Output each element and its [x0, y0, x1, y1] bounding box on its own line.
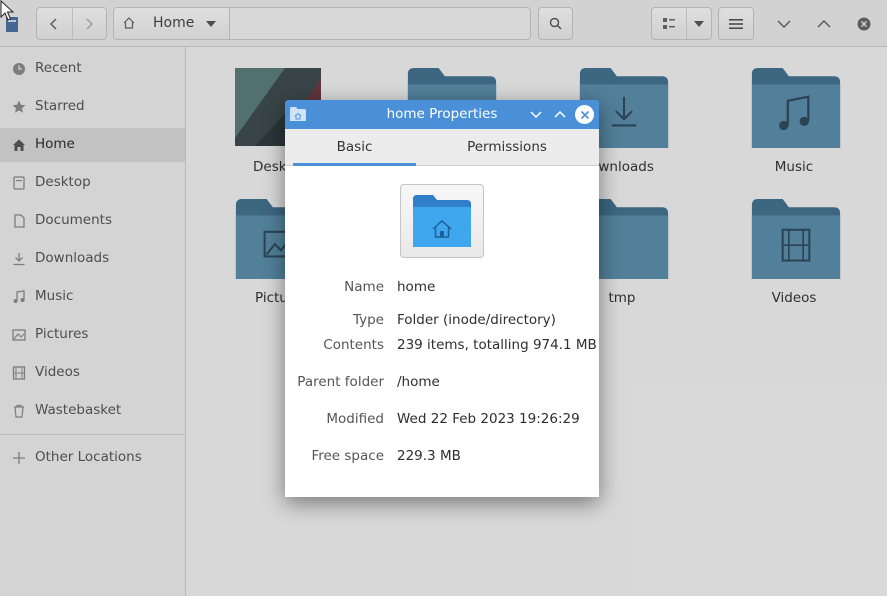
tab-label: Permissions	[467, 139, 547, 155]
dialog-minimize-button[interactable]	[527, 105, 545, 123]
maximize-button[interactable]	[814, 14, 834, 34]
sidebar-divider	[0, 434, 185, 435]
view-dropdown-button[interactable]	[687, 8, 711, 39]
folder-music[interactable]	[751, 68, 841, 148]
contents-value: 239 items, totalling 974.1 MB	[397, 337, 597, 353]
folder-videos[interactable]	[751, 199, 841, 279]
sidebar-item-videos[interactable]: Videos	[0, 356, 185, 390]
sidebar-item-label: Home	[35, 136, 75, 152]
sidebar-item-label: Wastebasket	[35, 402, 122, 418]
home-icon	[13, 139, 25, 151]
modified-value: Wed 22 Feb 2023 19:26:29	[397, 411, 580, 427]
video-icon	[12, 366, 26, 380]
sidebar-item-downloads[interactable]: Downloads	[0, 242, 185, 276]
dialog-maximize-button[interactable]	[551, 105, 569, 123]
star-icon	[12, 100, 26, 113]
sidebar-item-label: Recent	[35, 60, 82, 76]
sidebar-item-home[interactable]: Home	[0, 128, 185, 162]
free-space-label: Free space	[311, 448, 384, 464]
sidebar-item-other-locations[interactable]: Other Locations	[0, 441, 185, 475]
home-icon	[123, 17, 135, 29]
trash-icon	[14, 404, 24, 418]
properties-dialog: home Properties Basic Permissions Name h…	[285, 100, 599, 497]
sidebar-item-label: Downloads	[35, 250, 110, 266]
modified-label: Modified	[326, 411, 384, 427]
path-segment-label: Home	[153, 15, 195, 31]
sidebar-item-desktop[interactable]: Desktop	[0, 166, 185, 200]
sidebar-item-label: Music	[35, 288, 74, 304]
picture-icon	[12, 329, 26, 341]
chevron-down-icon[interactable]	[206, 21, 216, 27]
sidebar-item-music[interactable]: Music	[0, 280, 185, 314]
search-button[interactable]	[538, 7, 573, 40]
close-icon	[580, 110, 589, 119]
folder-home-icon	[413, 195, 471, 247]
sidebar: Recent Starred Home Desktop Documents Do…	[0, 47, 186, 596]
sidebar-item-label: Videos	[35, 364, 80, 380]
back-button[interactable]	[37, 8, 72, 39]
sidebar-item-label: Other Locations	[35, 449, 142, 465]
tab-label: Basic	[336, 139, 373, 155]
back-icon	[50, 17, 57, 30]
sidebar-item-wastebasket[interactable]: Wastebasket	[0, 394, 185, 428]
maximize-icon	[817, 20, 831, 28]
menu-button[interactable]	[718, 7, 754, 40]
close-button[interactable]	[854, 14, 874, 34]
view-toggle-button[interactable]	[652, 8, 688, 39]
sidebar-item-label: Pictures	[35, 326, 89, 342]
navigation-buttons	[36, 7, 107, 40]
maximize-icon	[554, 110, 566, 118]
chevron-down-icon	[694, 20, 705, 27]
type-value: Folder (inode/directory)	[397, 312, 556, 328]
parent-folder-value[interactable]: /home	[397, 374, 440, 390]
list-view-icon	[663, 17, 676, 29]
folder-label: Videos	[771, 290, 817, 306]
folder-label: Music	[774, 159, 814, 175]
sidebar-item-pictures[interactable]: Pictures	[0, 318, 185, 352]
minimize-icon	[777, 20, 791, 28]
menu-icon	[729, 18, 743, 29]
tab-permissions[interactable]: Permissions	[445, 129, 569, 166]
download-icon	[13, 253, 25, 266]
name-label: Name	[344, 279, 384, 295]
music-icon	[13, 290, 25, 303]
sidebar-item-recent[interactable]: Recent	[0, 52, 185, 86]
folder-icon-button[interactable]	[400, 184, 484, 258]
close-icon	[857, 17, 871, 31]
type-label: Type	[352, 312, 384, 328]
sidebar-item-documents[interactable]: Documents	[0, 204, 185, 238]
tab-basic[interactable]: Basic	[293, 129, 416, 166]
path-bar[interactable]: Home	[113, 7, 531, 40]
forward-button[interactable]	[71, 8, 107, 39]
sidebar-item-label: Desktop	[35, 174, 91, 190]
search-icon	[549, 17, 562, 30]
contents-label: Contents	[323, 337, 384, 353]
dialog-close-button[interactable]	[575, 105, 594, 124]
dialog-tabs: Basic Permissions	[285, 129, 599, 166]
minimize-button[interactable]	[774, 14, 794, 34]
sidebar-item-label: Starred	[35, 98, 85, 114]
desktop-icon	[13, 176, 25, 190]
mouse-cursor-icon	[0, 0, 14, 21]
name-value: home	[397, 279, 436, 295]
header-bar: Home	[0, 0, 887, 47]
view-options	[651, 7, 712, 40]
dialog-titlebar[interactable]: home Properties	[285, 100, 599, 129]
sidebar-item-starred[interactable]: Starred	[0, 90, 185, 124]
sidebar-item-label: Documents	[35, 212, 112, 228]
plus-icon	[13, 452, 25, 464]
minimize-icon	[530, 110, 542, 118]
path-segment-home[interactable]: Home	[114, 8, 230, 39]
free-space-value: 229.3 MB	[397, 448, 461, 464]
document-icon	[14, 214, 25, 228]
parent-folder-label: Parent folder	[297, 374, 384, 390]
clock-icon	[13, 63, 25, 75]
forward-icon	[86, 17, 94, 30]
